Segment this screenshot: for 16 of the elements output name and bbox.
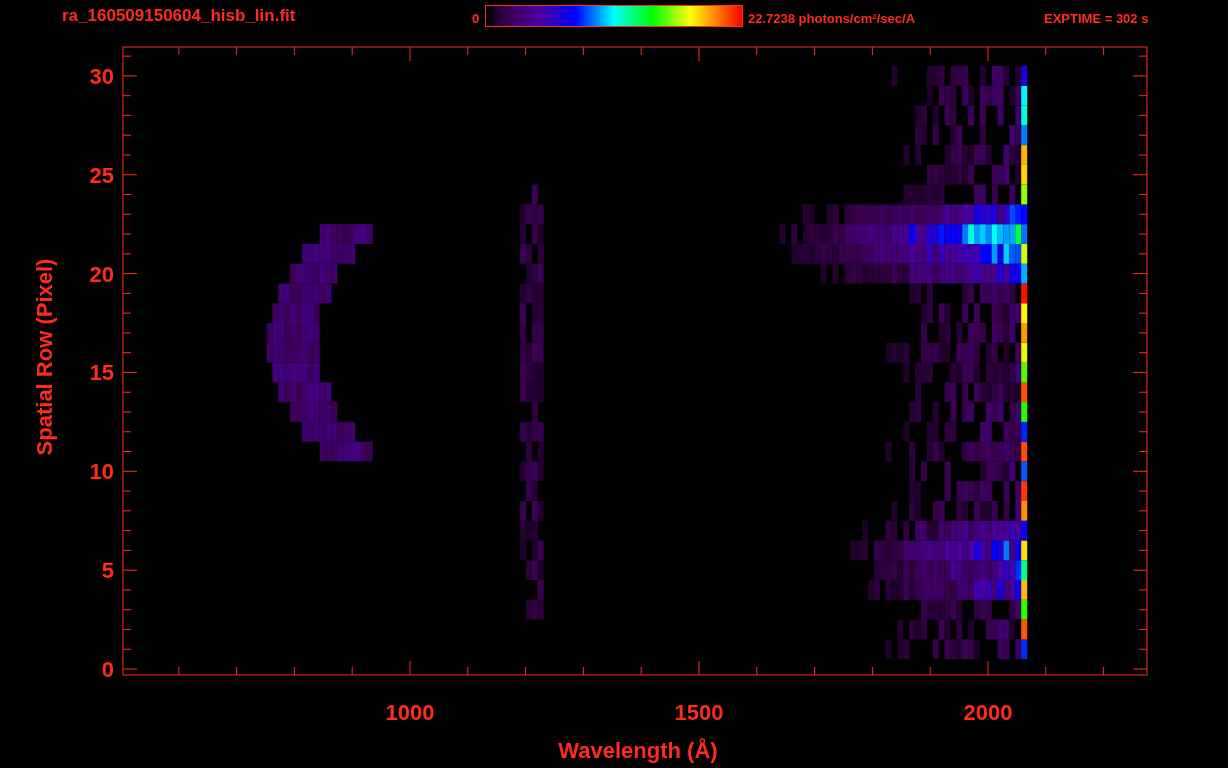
- x-tick-label: 1000: [385, 700, 435, 725]
- y-tick-label: 5: [101, 558, 114, 584]
- file-name: ra_160509150604_hisb_lin.fit: [62, 7, 296, 24]
- y-tick-label: 10: [89, 459, 114, 485]
- colorbar-max-label: 22.7238 photons/cm$^{2}$/sec/A: [748, 12, 916, 25]
- x-axis-label: Wavelength (Å): [558, 738, 718, 763]
- colorbar-min-label: 0: [472, 12, 480, 25]
- exposure-time: EXPTIME = 302 s: [1044, 12, 1149, 25]
- y-tick-label: 15: [89, 360, 114, 386]
- y-tick-label: 20: [89, 261, 114, 287]
- y-tick-label: 30: [89, 63, 114, 89]
- x-tick-label: 2000: [963, 700, 1013, 725]
- x-tick-label: 1500: [674, 700, 724, 725]
- y-tick-label: 25: [89, 162, 114, 188]
- y-tick-label: 0: [101, 657, 114, 682]
- y-axis-label: Spatial Row (Pixel): [32, 258, 57, 456]
